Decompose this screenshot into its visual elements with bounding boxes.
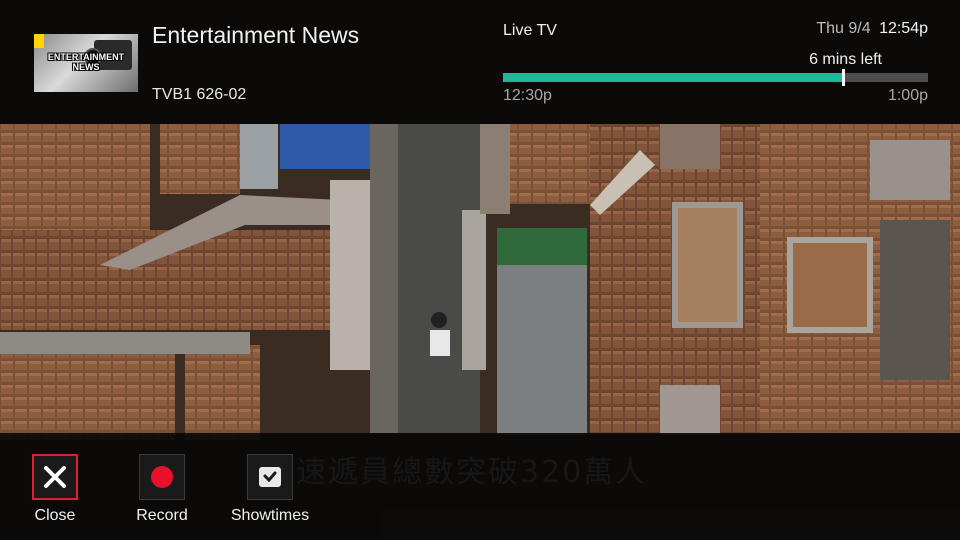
live-tv-label: Live TV bbox=[503, 22, 557, 39]
close-button[interactable]: Close bbox=[32, 454, 78, 525]
channel-label: TVB1 626-02 bbox=[152, 86, 247, 103]
close-button-label: Close bbox=[34, 507, 76, 524]
close-button-icon-box[interactable] bbox=[32, 454, 78, 500]
showtimes-button[interactable]: Showtimes bbox=[230, 454, 310, 525]
current-date: Thu 9/4 bbox=[816, 20, 871, 37]
program-title: Entertainment News bbox=[152, 22, 360, 48]
record-button-label: Record bbox=[136, 507, 188, 524]
progress-marker bbox=[842, 69, 845, 86]
program-progress-fill bbox=[503, 73, 843, 82]
record-button[interactable]: Record bbox=[136, 454, 188, 525]
record-icon bbox=[151, 466, 173, 488]
burned-in-subtitle: 速遞員總數突破320萬人 bbox=[296, 455, 648, 490]
thumbnail-text: ENTERTAINMENT NEWS bbox=[47, 52, 125, 72]
program-end-time: 1:00p bbox=[887, 87, 928, 104]
showtimes-button-icon-box[interactable] bbox=[247, 454, 293, 500]
program-progress-bar bbox=[503, 69, 928, 86]
current-time: 12:54p bbox=[879, 20, 928, 37]
clock: Thu 9/4 12:54p bbox=[816, 20, 928, 38]
program-start-time: 12:30p bbox=[503, 87, 552, 104]
close-icon bbox=[44, 466, 66, 488]
time-remaining: 6 mins left bbox=[809, 51, 882, 68]
program-thumbnail: ENTERTAINMENT NEWS bbox=[34, 34, 138, 92]
thumbnail-accent bbox=[34, 34, 44, 48]
clock-icon bbox=[259, 467, 281, 487]
action-bar: 速遞員總數突破320萬人 Close Record Showtimes bbox=[0, 433, 960, 540]
program-info-bar: ENTERTAINMENT NEWS Entertainment News TV… bbox=[0, 0, 960, 124]
showtimes-button-label: Showtimes bbox=[230, 507, 310, 524]
record-button-icon-box[interactable] bbox=[139, 454, 185, 500]
